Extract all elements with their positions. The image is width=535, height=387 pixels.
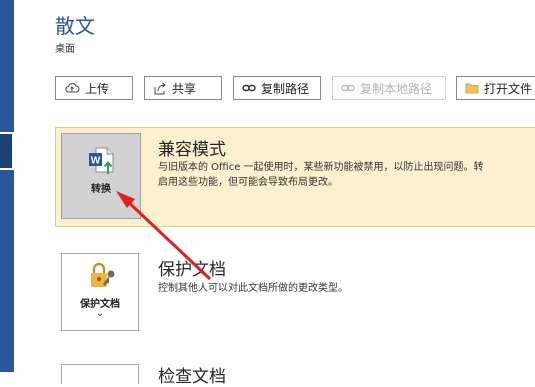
document-location: 桌面 <box>55 44 75 55</box>
open-file-location-button[interactable]: 打开文件 <box>456 76 535 100</box>
copy-path-label: 复制路径 <box>261 81 310 96</box>
upload-label: 上传 <box>85 81 110 96</box>
compat-description-line1: 与旧版本的 Office 一起使用时，某些新功能被禁用，以防止出现问题。转 <box>158 162 484 173</box>
chevron-down-icon: ⌄ <box>95 308 105 319</box>
share-button[interactable]: 共享 <box>144 76 222 100</box>
share-icon <box>153 81 167 95</box>
compat-description-line2: 启用这些功能，但可能会导致布局更改。 <box>158 177 338 188</box>
convert-label: 转换 <box>91 184 111 195</box>
link-icon <box>341 83 355 93</box>
backstage-sidebar <box>0 0 14 372</box>
document-title: 散文 <box>55 14 95 38</box>
word-convert-icon: W <box>88 146 116 180</box>
convert-button[interactable]: W 转换 <box>61 133 141 219</box>
copy-local-path-label: 复制本地路径 <box>360 81 433 96</box>
copy-path-button[interactable]: 复制路径 <box>233 76 321 100</box>
open-file-location-label: 打开文件 <box>484 81 533 96</box>
protect-description: 控制其他人可以对此文档所做的更改类型。 <box>158 283 348 294</box>
compat-title: 兼容模式 <box>158 140 226 160</box>
protect-document-button[interactable]: 保护文档 ⌄ <box>61 253 139 331</box>
lock-key-icon <box>88 262 118 294</box>
folder-icon <box>465 82 479 94</box>
svg-text:W: W <box>91 156 101 167</box>
inspect-title: 检查文档 <box>158 367 226 387</box>
copy-local-path-button: 复制本地路径 <box>332 76 446 100</box>
share-label: 共享 <box>172 81 197 96</box>
protect-title: 保护文档 <box>158 260 226 280</box>
sidebar-selected-item[interactable] <box>0 132 14 170</box>
upload-button[interactable]: 上传 <box>55 76 133 100</box>
cloud-upload-icon <box>64 82 80 94</box>
link-icon <box>242 83 256 93</box>
inspect-document-button[interactable] <box>61 364 139 384</box>
